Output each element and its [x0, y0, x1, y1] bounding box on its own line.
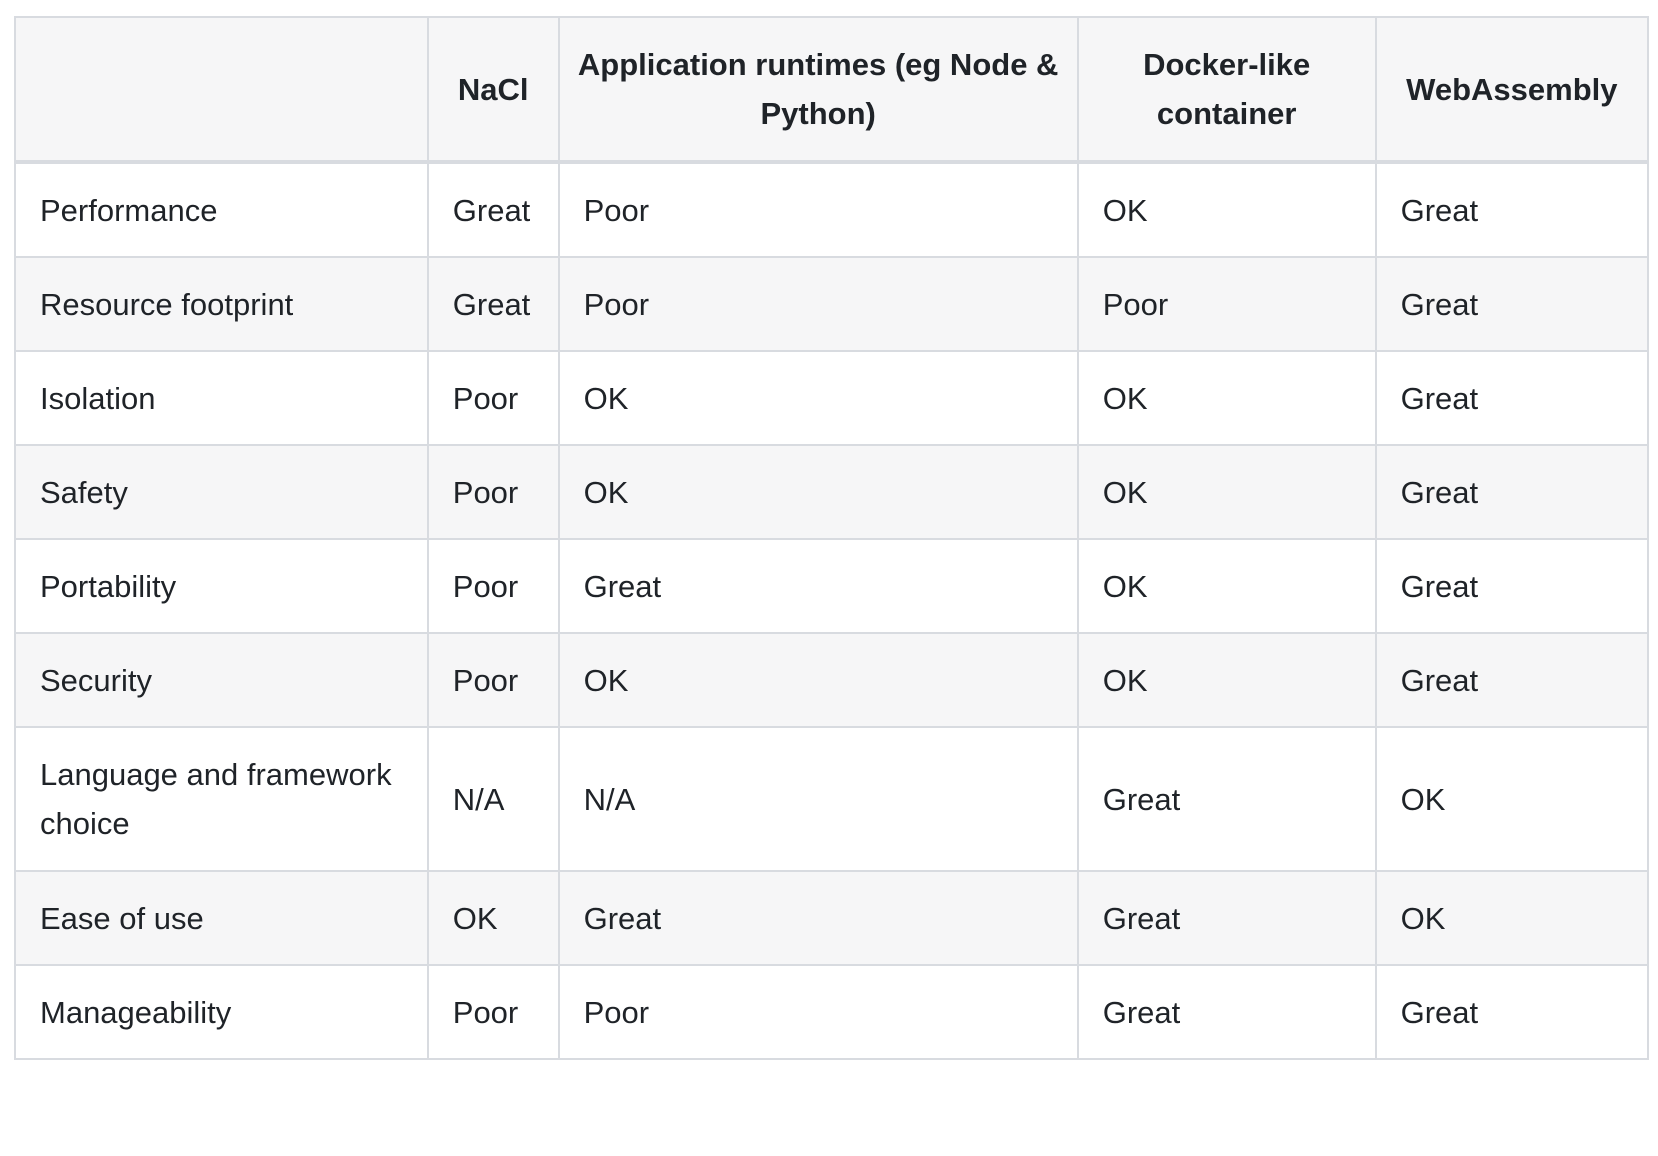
row-label: Performance — [14, 161, 429, 258]
cell-application-runtimes: OK — [557, 444, 1079, 540]
cell-application-runtimes: Poor — [557, 964, 1079, 1060]
cell-webassembly: Great — [1374, 632, 1650, 728]
comparison-table: NaCl Application runtimes (eg Node & Pyt… — [14, 16, 1650, 1060]
cell-webassembly: OK — [1374, 726, 1650, 872]
header-cell-docker-like-container: Docker-like container — [1076, 16, 1377, 164]
cell-nacl: Great — [426, 256, 560, 352]
cell-webassembly: Great — [1374, 161, 1650, 258]
cell-nacl: OK — [426, 870, 560, 966]
cell-nacl: Poor — [426, 444, 560, 540]
row-label: Manageability — [14, 964, 429, 1060]
table-row: Security Poor OK OK Great — [14, 632, 1650, 728]
cell-webassembly: Great — [1374, 538, 1650, 634]
cell-docker-like-container: Great — [1076, 726, 1377, 872]
cell-nacl: Poor — [426, 350, 560, 446]
cell-docker-like-container: OK — [1076, 538, 1377, 634]
header-cell-empty — [14, 16, 429, 164]
cell-docker-like-container: OK — [1076, 161, 1377, 258]
cell-docker-like-container: Great — [1076, 964, 1377, 1060]
cell-nacl: Poor — [426, 538, 560, 634]
cell-application-runtimes: OK — [557, 632, 1079, 728]
table-row: Isolation Poor OK OK Great — [14, 350, 1650, 446]
cell-docker-like-container: Great — [1076, 870, 1377, 966]
cell-webassembly: Great — [1374, 964, 1650, 1060]
table-header: NaCl Application runtimes (eg Node & Pyt… — [14, 16, 1650, 164]
table-row: Manageability Poor Poor Great Great — [14, 964, 1650, 1060]
cell-webassembly: Great — [1374, 350, 1650, 446]
cell-application-runtimes: N/A — [557, 726, 1079, 872]
table-row: Safety Poor OK OK Great — [14, 444, 1650, 540]
table-body: Performance Great Poor OK Great Resource… — [14, 161, 1650, 1060]
cell-docker-like-container: Poor — [1076, 256, 1377, 352]
cell-webassembly: Great — [1374, 256, 1650, 352]
cell-docker-like-container: OK — [1076, 444, 1377, 540]
header-cell-application-runtimes: Application runtimes (eg Node & Python) — [557, 16, 1079, 164]
table-row: Language and framework choice N/A N/A Gr… — [14, 726, 1650, 872]
row-label: Portability — [14, 538, 429, 634]
cell-nacl: N/A — [426, 726, 560, 872]
cell-webassembly: OK — [1374, 870, 1650, 966]
row-label: Ease of use — [14, 870, 429, 966]
row-label: Resource footprint — [14, 256, 429, 352]
cell-application-runtimes: Great — [557, 538, 1079, 634]
cell-application-runtimes: Poor — [557, 161, 1079, 258]
cell-nacl: Poor — [426, 964, 560, 1060]
row-label: Isolation — [14, 350, 429, 446]
cell-application-runtimes: Great — [557, 870, 1079, 966]
header-cell-webassembly: WebAssembly — [1374, 16, 1650, 164]
cell-nacl: Great — [426, 161, 560, 258]
cell-application-runtimes: Poor — [557, 256, 1079, 352]
row-label: Safety — [14, 444, 429, 540]
table-row: Resource footprint Great Poor Poor Great — [14, 256, 1650, 352]
table-row: Portability Poor Great OK Great — [14, 538, 1650, 634]
cell-docker-like-container: OK — [1076, 350, 1377, 446]
cell-webassembly: Great — [1374, 444, 1650, 540]
row-label: Language and framework choice — [14, 726, 429, 872]
cell-application-runtimes: OK — [557, 350, 1079, 446]
table-row: Ease of use OK Great Great OK — [14, 870, 1650, 966]
row-label: Security — [14, 632, 429, 728]
cell-nacl: Poor — [426, 632, 560, 728]
table-row: Performance Great Poor OK Great — [14, 161, 1650, 258]
comparison-table-container: NaCl Application runtimes (eg Node & Pyt… — [14, 16, 1650, 1060]
header-cell-nacl: NaCl — [426, 16, 560, 164]
header-row: NaCl Application runtimes (eg Node & Pyt… — [14, 16, 1650, 164]
cell-docker-like-container: OK — [1076, 632, 1377, 728]
